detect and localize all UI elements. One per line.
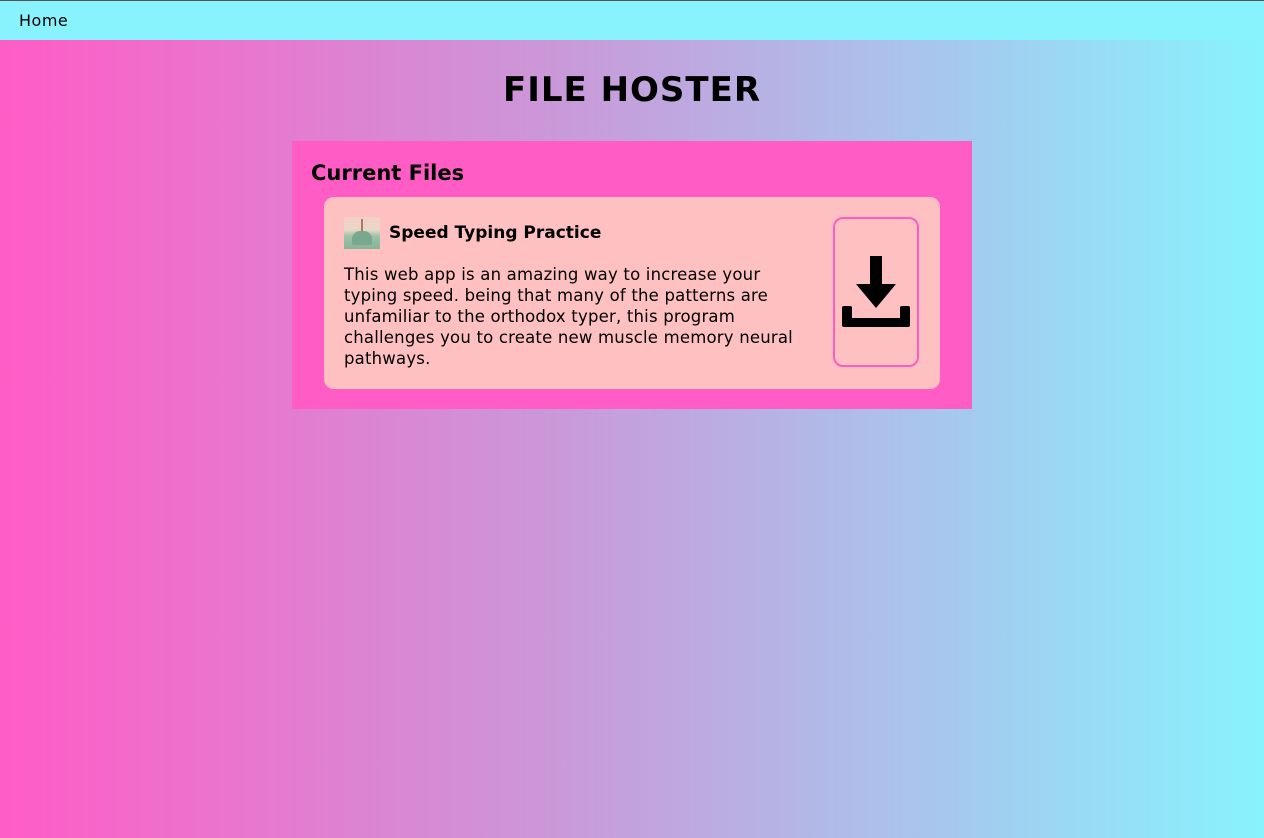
download-icon	[842, 256, 910, 327]
nav-home-link[interactable]: Home	[19, 11, 68, 30]
download-button[interactable]	[833, 217, 919, 367]
file-name: Speed Typing Practice	[389, 223, 602, 243]
current-files-panel: Current Files Speed Typing Practice This…	[292, 141, 972, 409]
page-title: FILE HOSTER	[502, 70, 762, 110]
file-card: Speed Typing Practice This web app is an…	[324, 197, 940, 389]
panel-heading: Current Files	[311, 161, 465, 185]
file-description: This web app is an amazing way to increa…	[344, 265, 793, 368]
top-navbar: Home	[0, 0, 1264, 40]
file-thumbnail-image	[344, 217, 380, 249]
